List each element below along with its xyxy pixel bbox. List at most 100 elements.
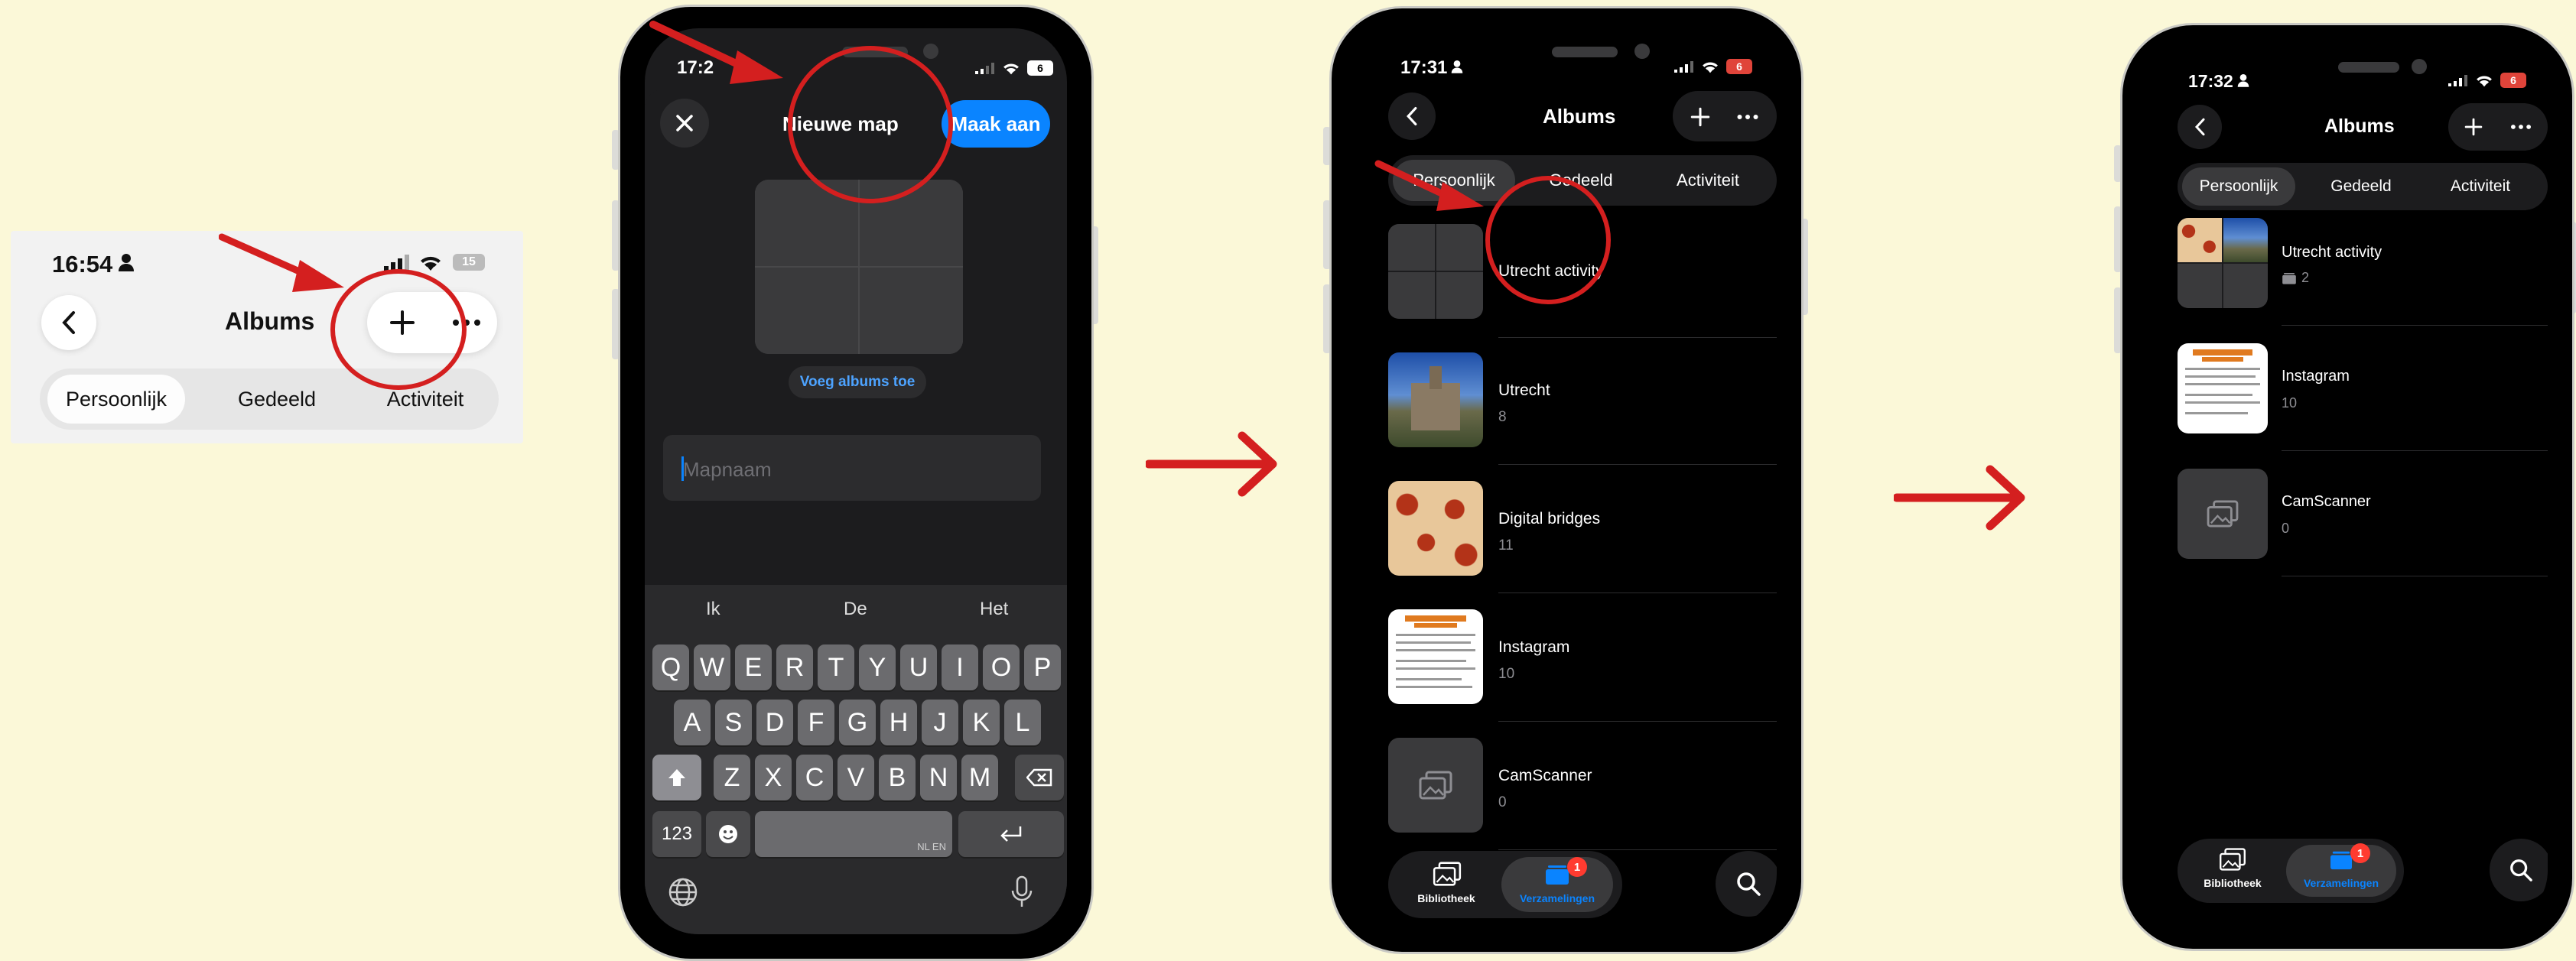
tab-persoonlijk[interactable]: Persoonlijk — [47, 375, 185, 424]
tab-collections[interactable]: 1 Verzamelingen — [1501, 857, 1613, 912]
search-button[interactable] — [1716, 851, 1777, 917]
key-m[interactable]: M — [961, 755, 998, 800]
key-w[interactable]: W — [694, 644, 730, 690]
globe-button[interactable] — [668, 877, 701, 911]
key-u[interactable]: U — [900, 644, 937, 690]
add-albums-button[interactable]: Voeg albums toe — [789, 366, 926, 398]
more-button[interactable] — [2503, 109, 2539, 144]
tab-library-label: Bibliotheek — [2204, 877, 2262, 889]
wifi-icon — [1700, 59, 1720, 78]
search-button[interactable] — [2490, 839, 2548, 901]
tab-library[interactable]: Bibliotheek — [2187, 845, 2278, 897]
album-row[interactable] — [1356, 33, 1777, 34]
battery-icon: 6 — [1027, 60, 1053, 76]
person-icon — [1451, 59, 1463, 78]
tab-gedeeld[interactable]: Gedeeld — [208, 375, 346, 424]
notification-badge: 1 — [1567, 857, 1587, 877]
space-key[interactable]: NL EN — [755, 811, 952, 857]
divider — [1498, 849, 1777, 850]
key-t[interactable]: T — [818, 644, 854, 690]
tab-collections[interactable]: 1 Verzamelingen — [2286, 843, 2396, 897]
key-y[interactable]: Y — [859, 644, 896, 690]
tab-activiteit[interactable]: Activiteit — [2424, 167, 2537, 206]
microphone-icon — [1011, 875, 1033, 907]
folder-name-placeholder: Mapnaam — [683, 458, 772, 481]
key-b[interactable]: B — [879, 755, 916, 800]
album-name[interactable]: CamScanner — [1498, 767, 1592, 785]
close-button[interactable] — [660, 99, 709, 148]
key-x[interactable]: X — [755, 755, 792, 800]
key-i[interactable]: I — [942, 644, 978, 690]
album-name[interactable]: Instagram — [1498, 638, 1569, 657]
album-name[interactable]: Digital bridges — [1498, 510, 1600, 528]
create-button[interactable]: Maak aan — [942, 100, 1050, 148]
divider — [2282, 450, 2548, 451]
add-button[interactable] — [1682, 99, 1719, 135]
tab-gedeeld[interactable]: Gedeeld — [2304, 167, 2418, 206]
key-p[interactable]: P — [1024, 644, 1061, 690]
search-icon — [1737, 872, 1761, 896]
key-g[interactable]: G — [839, 700, 876, 745]
suggestion[interactable]: Ik — [706, 599, 720, 620]
key-o[interactable]: O — [983, 644, 1020, 690]
album-name[interactable]: Utrecht — [1498, 381, 1550, 400]
page-title: Albums — [2324, 115, 2395, 137]
shift-key[interactable] — [652, 755, 701, 800]
key-n[interactable]: N — [920, 755, 957, 800]
camera — [1634, 44, 1650, 59]
phone-screen-4: 17:32 6 Albums Persoonlijk Gedeeld Activ… — [2147, 50, 2548, 924]
suggestion[interactable]: De — [844, 599, 867, 620]
key-f[interactable]: F — [798, 700, 834, 745]
step-arrow — [1894, 465, 2025, 531]
return-key[interactable] — [958, 811, 1064, 857]
key-e[interactable]: E — [735, 644, 772, 690]
key-h[interactable]: H — [880, 700, 917, 745]
key-r[interactable]: R — [776, 644, 813, 690]
folder-name-input[interactable]: Mapnaam — [663, 435, 1041, 501]
key-a[interactable]: A — [674, 700, 711, 745]
return-icon — [1000, 826, 1022, 842]
key-v[interactable]: V — [838, 755, 874, 800]
ellipsis-icon — [1737, 115, 1758, 119]
key-q[interactable]: Q — [652, 644, 689, 690]
key-z[interactable]: Z — [714, 755, 750, 800]
backspace-key[interactable] — [1015, 755, 1064, 800]
back-button[interactable] — [2178, 105, 2222, 149]
key-d[interactable]: D — [756, 700, 793, 745]
notification-badge: 1 — [2350, 843, 2370, 863]
emoji-key[interactable] — [706, 811, 750, 857]
divider — [1498, 337, 1777, 338]
backspace-icon — [1026, 768, 1052, 787]
phone-frame-4: 17:32 6 Albums Persoonlijk Gedeeld Activ… — [2120, 23, 2574, 951]
album-name[interactable]: CamScanner — [2282, 493, 2371, 511]
divider — [2282, 325, 2548, 326]
album-count: 8 — [1498, 409, 1507, 425]
album-thumbnail — [1388, 738, 1483, 833]
dictation-button[interactable] — [1010, 875, 1041, 912]
tab-library[interactable]: Bibliotheek — [1399, 857, 1494, 912]
back-button[interactable] — [1388, 93, 1436, 140]
key-j[interactable]: J — [922, 700, 958, 745]
phone-frame-3: 17:31 6 Albums Persoonlijk Gedeeld Activ… — [1329, 6, 1804, 954]
numbers-key[interactable]: 123 — [652, 811, 701, 857]
annotation-arrow — [649, 21, 783, 84]
suggestion[interactable]: Het — [980, 599, 1008, 620]
annotation-circle — [330, 269, 467, 390]
key-k[interactable]: K — [963, 700, 1000, 745]
tab-activiteit[interactable]: Activiteit — [1647, 160, 1769, 201]
ellipsis-icon — [2511, 125, 2531, 129]
add-button[interactable] — [2456, 109, 2491, 144]
back-button[interactable] — [41, 295, 96, 350]
key-s[interactable]: S — [715, 700, 752, 745]
album-name[interactable]: Instagram — [2282, 368, 2350, 385]
more-button[interactable] — [1729, 99, 1766, 135]
album-name[interactable]: Utrecht activity — [2282, 244, 2382, 261]
key-l[interactable]: L — [1004, 700, 1041, 745]
page-title: Albums — [1543, 105, 1616, 128]
photos-placeholder-icon — [1419, 771, 1452, 800]
album-thumbnail — [1388, 352, 1483, 447]
annotation-circle — [1485, 176, 1611, 304]
key-c[interactable]: C — [796, 755, 833, 800]
battery-icon: 6 — [2500, 73, 2526, 88]
tab-persoonlijk[interactable]: Persoonlijk — [2182, 167, 2295, 206]
